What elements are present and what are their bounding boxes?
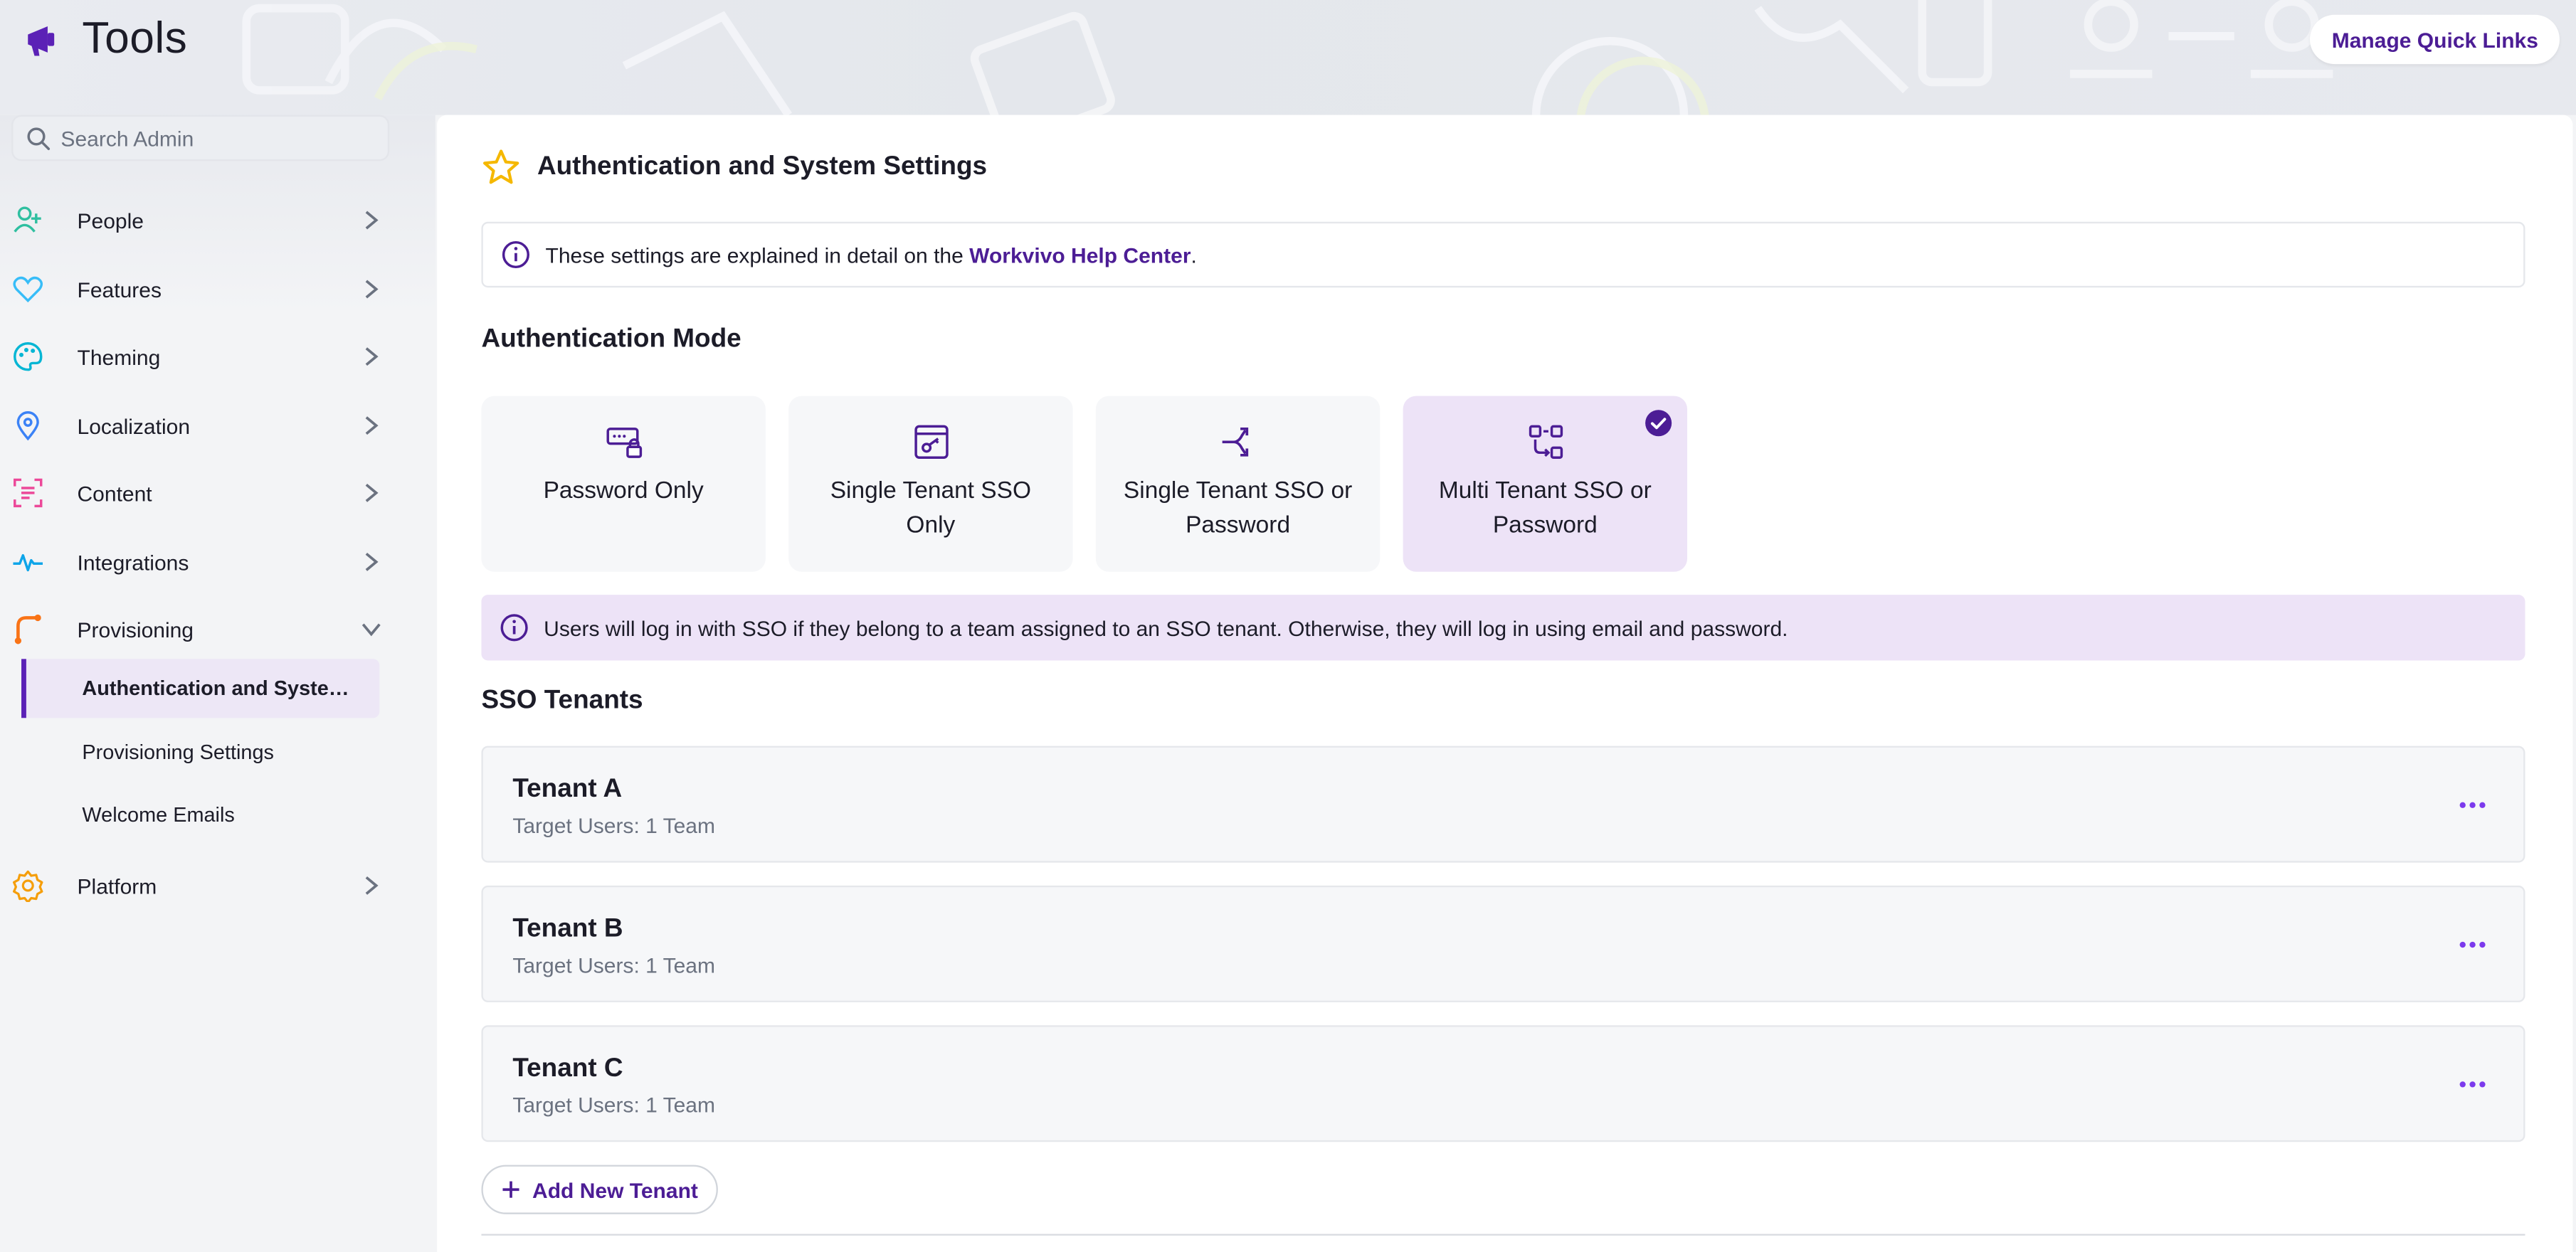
mode-card-multi-tenant-sso-or-password[interactable]: Multi Tenant SSO or Password [1403, 396, 1688, 572]
sidebar: People Features Theming Localization [0, 115, 436, 1252]
mode-label: Password Only [543, 478, 704, 505]
mode-card-password-only[interactable]: Password Only [481, 396, 766, 572]
info-text: These settings are explained in detail o… [545, 242, 970, 267]
tenant-target-users: Target Users: 1 Team [512, 953, 716, 978]
info-text-suffix: . [1191, 242, 1197, 267]
chevron-right-icon [365, 347, 379, 366]
tenant-card[interactable]: Tenant C Target Users: 1 Team [481, 1025, 2525, 1142]
add-tenant-label: Add New Tenant [532, 1177, 698, 1202]
add-person-icon [11, 203, 44, 236]
info-icon [501, 240, 531, 270]
multi-tenant-icon [1528, 425, 1562, 459]
mode-info-text: Users will log in with SSO if they belon… [544, 615, 1788, 640]
mode-label: Single Tenant SSO or Password [1123, 478, 1353, 539]
sidebar-subitem-label: Welcome Emails [82, 803, 235, 827]
star-icon[interactable] [481, 148, 520, 187]
sidebar-item-content[interactable]: Content [0, 467, 403, 519]
sidebar-item-label: Integrations [77, 549, 189, 575]
pulse-icon [11, 546, 44, 578]
banner-decoration [242, 0, 2333, 115]
sidebar-item-features[interactable]: Features [0, 263, 403, 316]
mode-label: Multi Tenant SSO or Password [1438, 478, 1652, 539]
palette-icon [11, 340, 44, 373]
app-title-text: Tools [82, 13, 188, 63]
page-title-text: Authentication and System Settings [537, 152, 988, 181]
map-pin-icon [11, 409, 44, 442]
chevron-right-icon [365, 552, 379, 571]
sso-key-icon [914, 425, 948, 459]
mode-card-single-tenant-sso-or-password[interactable]: Single Tenant SSO or Password [1095, 396, 1381, 572]
tenant-target-users: Target Users: 1 Team [512, 1092, 716, 1118]
help-info-box: These settings are explained in detail o… [481, 221, 2525, 288]
sidebar-subitem-provisioning-settings[interactable]: Provisioning Settings [21, 723, 379, 782]
sidebar-item-platform[interactable]: Platform [0, 859, 403, 912]
mode-label: Single Tenant SSO Only [830, 478, 1031, 539]
megaphone-logo-icon [28, 25, 55, 55]
more-options-icon[interactable] [2458, 1073, 2488, 1096]
main-content: Authentication and System Settings These… [437, 115, 2573, 1252]
sso-tenants-title: SSO Tenants [481, 686, 643, 715]
sidebar-subitem-welcome-emails[interactable]: Welcome Emails [21, 785, 379, 844]
split-arrow-icon [1221, 427, 1247, 457]
sidebar-subitem-label: Authentication and System Settings [82, 677, 364, 700]
sidebar-item-label: Features [77, 277, 162, 302]
sidebar-item-people[interactable]: People [0, 194, 403, 247]
search-admin-box[interactable] [11, 115, 390, 161]
info-icon [500, 613, 529, 643]
tenant-name: Tenant B [512, 915, 623, 943]
sidebar-subitem-label: Provisioning Settings [82, 741, 274, 765]
app-title: Tools [23, 13, 187, 64]
sidebar-item-theming[interactable]: Theming [0, 330, 403, 383]
sidebar-item-label: Content [77, 480, 152, 506]
plus-icon [502, 1181, 519, 1198]
content-icon [11, 477, 44, 509]
more-options-icon[interactable] [2458, 933, 2488, 956]
sidebar-item-label: Localization [77, 413, 191, 438]
tenant-name: Tenant A [512, 775, 623, 804]
selected-check-icon [1645, 410, 1672, 437]
chevron-right-icon [365, 280, 379, 299]
gear-icon [11, 869, 44, 903]
chevron-right-icon [365, 416, 379, 435]
search-icon [27, 127, 51, 149]
tenant-card[interactable]: Tenant B Target Users: 1 Team [481, 885, 2525, 1002]
manage-quick-links-button[interactable]: Manage Quick Links [2310, 14, 2560, 65]
sidebar-subitem-authentication-settings[interactable]: Authentication and System Settings [21, 659, 380, 718]
sidebar-item-label: Provisioning [77, 617, 194, 642]
sidebar-item-label: Platform [77, 873, 157, 898]
sidebar-item-label: People [77, 208, 144, 233]
provisioning-icon [11, 613, 44, 646]
chevron-right-icon [365, 211, 379, 230]
search-input[interactable] [60, 125, 374, 151]
chevron-right-icon [365, 876, 379, 895]
divider [481, 1234, 2525, 1236]
tenant-name: Tenant C [512, 1054, 623, 1083]
mode-info-box: Users will log in with SSO if they belon… [481, 595, 2525, 661]
sidebar-item-integrations[interactable]: Integrations [0, 536, 403, 588]
tenant-target-users: Target Users: 1 Team [512, 813, 716, 838]
password-lock-icon [606, 428, 641, 458]
tenant-card[interactable]: Tenant A Target Users: 1 Team [481, 746, 2525, 863]
help-center-link[interactable]: Workvivo Help Center [969, 243, 1191, 267]
auth-mode-title: Authentication Mode [481, 325, 741, 354]
top-banner: Tools Manage Quick Links [0, 0, 2576, 115]
more-options-icon[interactable] [2458, 794, 2488, 817]
heart-icon [11, 272, 44, 305]
chevron-right-icon [365, 483, 379, 502]
sidebar-item-provisioning[interactable]: Provisioning [0, 603, 403, 656]
chevron-down-icon [361, 623, 381, 637]
mode-card-single-tenant-sso-only[interactable]: Single Tenant SSO Only [788, 396, 1073, 572]
add-new-tenant-button[interactable]: Add New Tenant [481, 1165, 718, 1214]
sidebar-item-localization[interactable]: Localization [0, 399, 403, 452]
page-title: Authentication and System Settings [481, 148, 987, 187]
sidebar-item-label: Theming [77, 344, 161, 369]
